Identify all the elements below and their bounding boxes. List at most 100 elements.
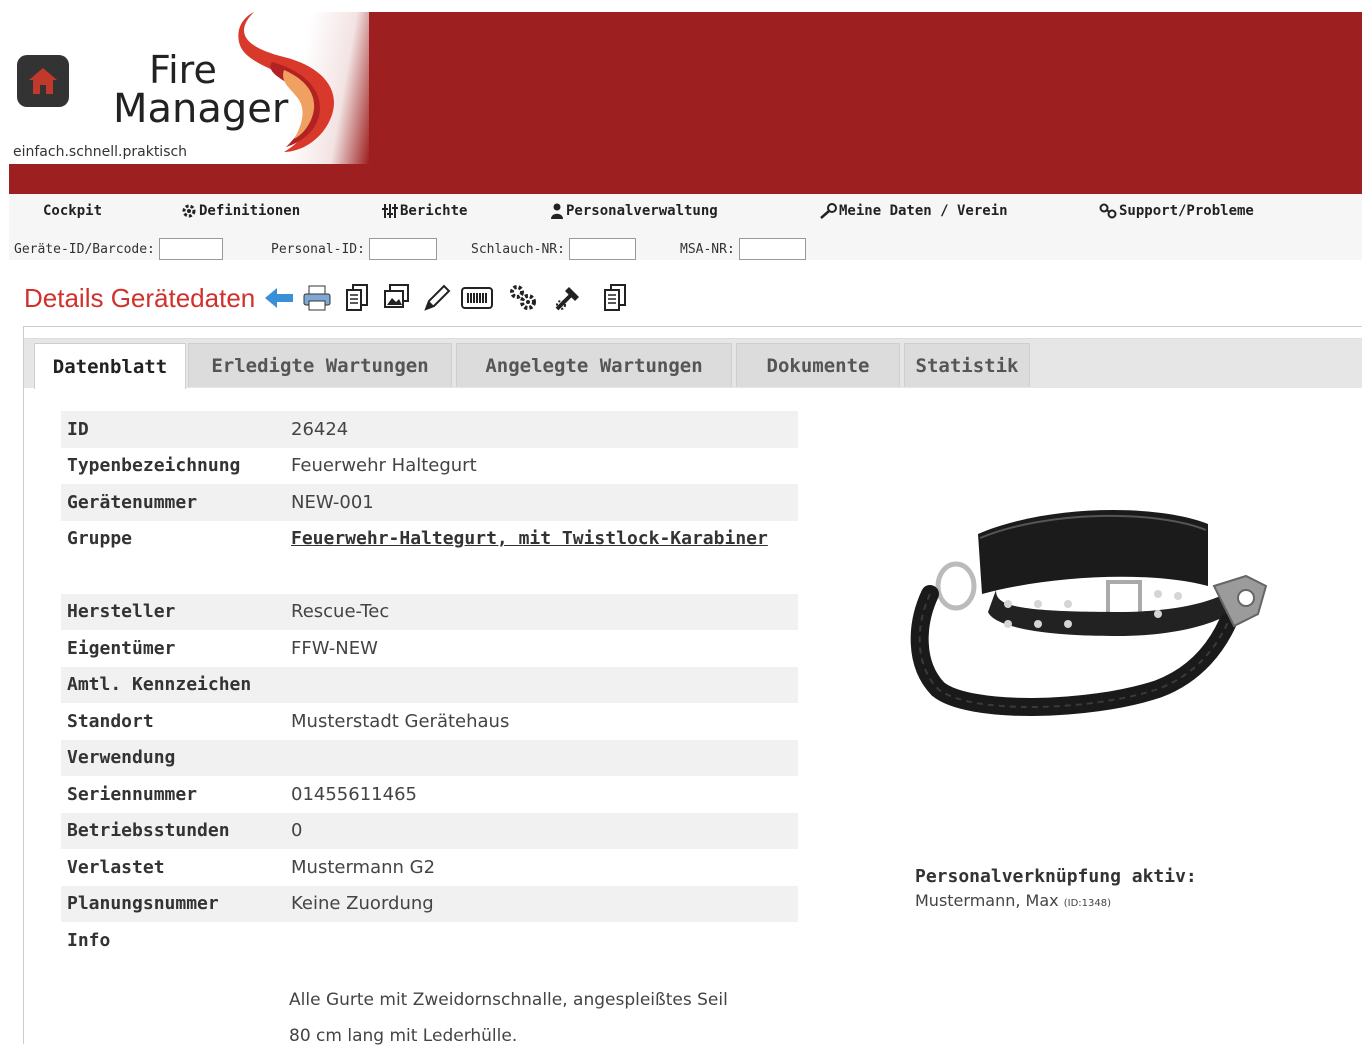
page-title: Details Gerätedaten (24, 282, 256, 313)
person-name: Mustermann, Max (915, 891, 1059, 910)
image-button[interactable] (381, 282, 413, 314)
nav-definitionen[interactable]: Definitionen (181, 203, 300, 219)
table-row: Info (61, 922, 798, 959)
nav-label: Berichte (400, 203, 468, 219)
field-key: Verlastet (67, 856, 165, 878)
print-button[interactable] (301, 282, 333, 314)
table-row: Typenbezeichnung Feuerwehr Haltegurt (61, 448, 798, 485)
details-table: ID 26424 Typenbezeichnung Feuerwehr Halteg… (61, 411, 798, 959)
tab-statistik[interactable]: Statistik (904, 343, 1030, 387)
table-row: Planungsnummer Keine Zuordung (61, 885, 798, 922)
nav-berichte[interactable]: Berichte (382, 203, 467, 219)
nav-personalverwaltung[interactable]: Personalverwaltung (550, 203, 718, 219)
device-photo[interactable] (908, 494, 1280, 724)
geraete-id-input[interactable] (158, 238, 223, 260)
schlauch-nr-input[interactable] (568, 238, 636, 260)
logo-text-manager: Manager (113, 86, 289, 132)
table-row: Verlastet Mustermann G2 (61, 849, 798, 886)
quick-search-geraete-id: Geräte-ID/Barcode: (14, 238, 223, 260)
field-key: Seriennummer (67, 783, 198, 805)
field-value (285, 922, 798, 959)
field-key: Eigentümer (67, 637, 176, 659)
field-value: 01455611465 (291, 783, 417, 805)
tab-erledigte-wartungen[interactable]: Erledigte Wartungen (188, 343, 452, 387)
table-row: Amtl. Kennzeichen (61, 666, 798, 704)
edit-button[interactable] (421, 282, 453, 314)
field-value: Feuerwehr Haltegurt (291, 455, 477, 477)
person-id: (ID:1348) (1063, 898, 1111, 909)
nav-label: Personalverwaltung (566, 203, 718, 219)
home-button[interactable] (17, 55, 69, 107)
quick-search-personal-id: Personal-ID: (271, 238, 437, 260)
table-row: Gerätenummer NEW-001 (61, 484, 798, 521)
table-row-spacer (61, 557, 798, 594)
tab-datenblatt[interactable]: Datenblatt (34, 343, 186, 389)
nav-meine-daten[interactable]: Meine Daten / Verein (819, 203, 1008, 219)
field-value: 0 (291, 820, 303, 842)
settings-button[interactable] (507, 282, 539, 314)
personal-link[interactable]: Mustermann, Max (ID:1348) (915, 891, 1111, 910)
field-key: Planungsnummer (67, 893, 219, 915)
field-value: Mustermann G2 (291, 856, 436, 878)
nav-support[interactable]: Support/Probleme (1099, 203, 1254, 219)
personal-id-input[interactable] (368, 238, 437, 260)
home-icon (29, 68, 57, 94)
field-key: Info (67, 929, 111, 951)
nav-cockpit[interactable]: Cockpit (43, 203, 102, 219)
barcode-button[interactable] (461, 282, 494, 314)
table-row: Seriennummer 01455611465 (61, 776, 798, 813)
field-value: 26424 (291, 418, 349, 440)
field-key: Typenbezeichnung (67, 455, 241, 477)
quick-search-schlauch-nr: Schlauch-NR: (471, 238, 636, 260)
print-icon (303, 285, 331, 311)
field-value: Rescue-Tec (291, 601, 390, 623)
nav-label: Support/Probleme (1119, 203, 1254, 219)
msa-nr-input[interactable] (738, 238, 806, 260)
quick-search-label: Schlauch-NR: (471, 241, 565, 257)
quick-search-label: Geräte-ID/Barcode: (14, 241, 155, 257)
field-value: Musterstadt Gerätehaus (291, 710, 510, 732)
logo-tagline: einfach.schnell.praktisch (13, 144, 188, 160)
nav-label: Cockpit (43, 203, 103, 219)
table-row: Verwendung (61, 739, 798, 777)
settings-gears-icon (510, 285, 537, 310)
field-key: Standort (67, 710, 154, 732)
table-row: Hersteller Rescue-Tec (61, 593, 798, 630)
edit-pencil-icon (424, 284, 451, 311)
nav-label: Definitionen (199, 203, 301, 219)
copy-icon (346, 284, 369, 311)
back-button[interactable] (263, 282, 295, 314)
personal-link-heading: Personalverknüpfung aktiv: (915, 866, 1197, 887)
table-row: Standort Musterstadt Gerätehaus (61, 703, 798, 740)
gear-icon (182, 204, 196, 218)
field-value: Feuerwehr-Haltegurt, mit Twistlock-Karab… (285, 521, 798, 558)
tab-angelegte-wartungen[interactable]: Angelegte Wartungen (456, 343, 732, 387)
logo[interactable]: Fire Manager einfach.schnell.praktisch (9, 12, 369, 164)
copy-button[interactable] (341, 282, 373, 314)
tab-dokumente[interactable]: Dokumente (736, 343, 900, 387)
app-header: Fire Manager einfach.schnell.praktisch (9, 12, 1362, 194)
title-row: Details Gerätedaten (24, 276, 631, 320)
support-icon (1099, 203, 1117, 219)
gruppe-link[interactable]: Feuerwehr-Haltegurt, mit Twistlock-Karab… (291, 528, 768, 549)
field-value (285, 740, 798, 777)
table-row: Betriebsstunden 0 (61, 812, 798, 849)
field-key: Betriebsstunden (67, 820, 230, 842)
info-line: 80 cm lang mit Lederhülle. (289, 1026, 518, 1046)
info-line: Alle Gurte mit Zweidornschnalle, angespl… (289, 990, 728, 1010)
tab-bar: Datenblatt Erledigte Wartungen Angelegte… (24, 338, 1362, 389)
field-value (285, 667, 798, 704)
duplicate-icon (604, 284, 627, 311)
quick-search-msa-nr: MSA-NR: (680, 238, 806, 260)
key-icon (820, 203, 837, 219)
tools-button[interactable] (553, 282, 585, 314)
back-arrow-icon (265, 288, 294, 308)
tools-icon (555, 287, 580, 311)
person-icon (551, 203, 563, 219)
barcode-icon (461, 287, 494, 309)
field-key: Amtl. Kennzeichen (67, 674, 252, 696)
quick-search-label: Personal-ID: (271, 241, 365, 257)
quick-search-label: MSA-NR: (680, 241, 735, 257)
field-key: Gruppe (67, 528, 133, 550)
duplicate-button[interactable] (599, 282, 631, 314)
